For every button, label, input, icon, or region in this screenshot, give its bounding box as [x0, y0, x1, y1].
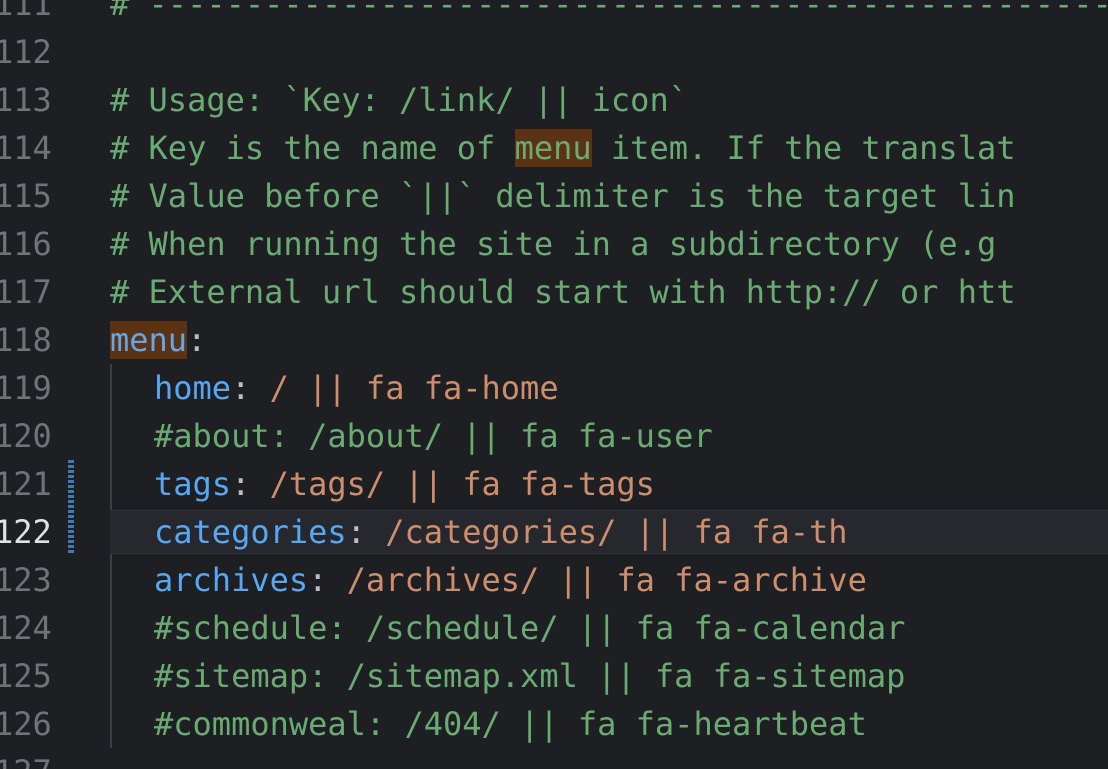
line-code[interactable]: menu: [110, 316, 206, 364]
line-number: 113 [0, 81, 52, 119]
editor-line: 125 #sitemap: /sitemap.xml || fa fa-site… [0, 652, 1108, 700]
editor-line: 113 # Usage: `Key: /link/ || icon` [0, 76, 1108, 124]
yaml-value: / || fa fa-home [269, 369, 559, 407]
editor-line: 121 tags: /tags/ || fa fa-tags [0, 460, 1108, 508]
line-number: 117 [0, 273, 52, 311]
editor-line: 116 # When running the site in a subdire… [0, 220, 1108, 268]
comment-text: # Key is the name of [110, 129, 515, 167]
yaml-key: tags [154, 465, 232, 503]
line-number: 125 [0, 657, 52, 695]
line-number: 123 [0, 561, 52, 599]
line-number: 121 [0, 465, 52, 503]
line-code[interactable]: # When running the site in a subdirector… [110, 220, 996, 268]
line-code[interactable]: #commonweal: /404/ || fa fa-heartbeat [154, 700, 867, 748]
editor-line-current: 122 categories: /categories/ || fa fa-th [0, 508, 1108, 556]
line-code[interactable]: # --------------------------------------… [110, 0, 1108, 28]
editor-line: 123 archives: /archives/ || fa fa-archiv… [0, 556, 1108, 604]
line-number: 120 [0, 417, 52, 455]
line-code[interactable]: # Value before `||` delimiter is the tar… [110, 172, 1015, 220]
yaml-colon: : [231, 465, 251, 503]
line-number: 126 [0, 705, 52, 743]
yaml-colon: : [308, 561, 328, 599]
comment-text: item. If the translat [591, 129, 1016, 167]
editor-line: 117 # External url should start with htt… [0, 268, 1108, 316]
editor-line: 126 #commonweal: /404/ || fa fa-heartbea… [0, 700, 1108, 748]
line-number: 114 [0, 129, 52, 167]
line-number: 124 [0, 609, 52, 647]
editor-line: 119 home: / || fa fa-home [0, 364, 1108, 412]
line-number: 116 [0, 225, 52, 263]
line-code[interactable]: #schedule: /schedule/ || fa fa-calendar [154, 604, 905, 652]
line-code[interactable]: #about: /about/ || fa fa-user [154, 412, 713, 460]
line-code[interactable]: # Usage: `Key: /link/ || icon` [110, 76, 688, 124]
line-number: 112 [0, 33, 52, 71]
line-code[interactable]: archives: /archives/ || fa fa-archive [154, 556, 867, 604]
yaml-key: archives [154, 561, 309, 599]
editor-line: 112 [0, 28, 1108, 76]
line-number: 111 [0, 0, 52, 23]
line-code[interactable]: # Key is the name of menu item. If the t… [110, 124, 1015, 172]
yaml-value: /archives/ || fa fa-archive [346, 561, 867, 599]
editor-line: 127 [0, 748, 1108, 769]
code-editor[interactable]: 111 # ----------------------------------… [0, 0, 1108, 769]
yaml-value: /categories/ || fa fa-th [385, 513, 848, 551]
search-highlight: menu [514, 129, 592, 167]
line-number: 119 [0, 369, 52, 407]
yaml-value: /tags/ || fa fa-tags [269, 465, 655, 503]
editor-line: 114 # Key is the name of menu item. If t… [0, 124, 1108, 172]
line-number: 118 [0, 321, 52, 359]
yaml-colon: : [187, 321, 207, 359]
editor-line: 118 menu: [0, 316, 1108, 364]
line-code[interactable]: # External url should start with http://… [110, 268, 1015, 316]
line-number: 115 [0, 177, 52, 215]
editor-line: 115 # Value before `||` delimiter is the… [0, 172, 1108, 220]
line-code[interactable]: categories: /categories/ || fa fa-th [154, 508, 848, 556]
editor-line: 120 #about: /about/ || fa fa-user [0, 412, 1108, 460]
yaml-key: menu [110, 321, 188, 359]
editor-line: 111 # ----------------------------------… [0, 0, 1108, 28]
yaml-key: home [154, 369, 232, 407]
line-number: 127 [0, 748, 64, 769]
editor-line: 124 #schedule: /schedule/ || fa fa-calen… [0, 604, 1108, 652]
yaml-key: categories [154, 513, 347, 551]
yaml-colon: : [346, 513, 366, 551]
yaml-colon: : [231, 369, 251, 407]
line-number: 122 [0, 513, 52, 551]
line-code[interactable]: tags: /tags/ || fa fa-tags [154, 460, 655, 508]
line-code[interactable]: home: / || fa fa-home [154, 364, 559, 412]
line-code[interactable]: #sitemap: /sitemap.xml || fa fa-sitemap [154, 652, 905, 700]
